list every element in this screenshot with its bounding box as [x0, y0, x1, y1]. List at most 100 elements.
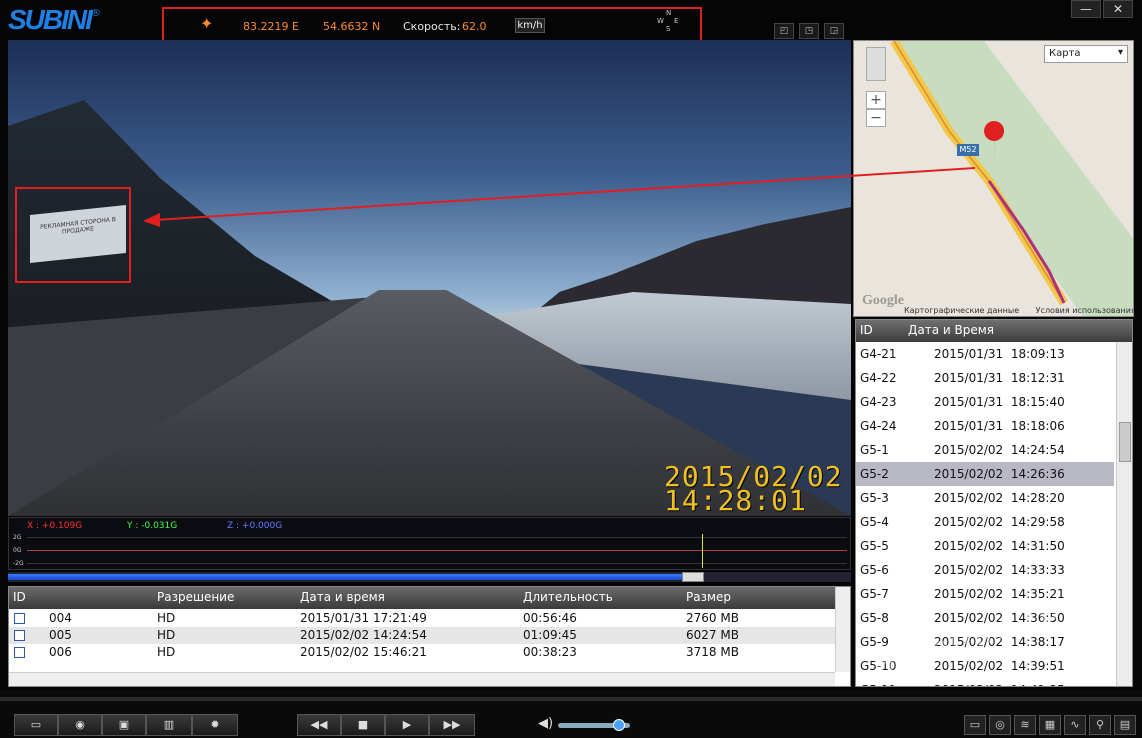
list-item-id: G5-8 [860, 611, 889, 625]
screen-icon[interactable]: ▭ [964, 715, 986, 735]
table-cell-size: 2760 MB [686, 611, 739, 625]
list-item-datetime: 2015/02/02 14:24:54 [934, 443, 1065, 457]
speaker-icon[interactable]: ◀) [538, 716, 553, 731]
delete-button[interactable]: ▥ [146, 714, 192, 736]
gear-icon: ✹ [210, 718, 220, 731]
row-checkbox[interactable] [14, 613, 25, 624]
table-cell-res: HD [157, 645, 176, 659]
map-type-select[interactable]: Карта ▾ [1044, 45, 1128, 63]
map-zoom-in-button[interactable]: + [866, 91, 886, 109]
settings-button[interactable]: ✹ [192, 714, 238, 736]
list-item-datetime: 2015/02/02 14:33:33 [934, 563, 1065, 577]
snapshot-button[interactable]: ◉ [58, 714, 102, 736]
close-button[interactable]: ✕ [1103, 0, 1133, 18]
list-item[interactable]: G5-7 2015/02/02 14:35:21 [856, 582, 1114, 606]
list-item-datetime: 2015/02/02 14:26:36 [934, 467, 1065, 481]
row-checkbox[interactable] [14, 630, 25, 641]
video-player[interactable]: РЕКЛАМНАЯ СТОРОНА В ПРОДАЖЕ 2015/02/02 1… [8, 40, 851, 516]
table-row[interactable]: 006 HD 2015/02/02 15:46:21 00:38:23 3718 MB [9, 644, 835, 661]
table-cell-size: 6027 MB [686, 628, 739, 642]
chevron-down-icon: ▾ [1117, 47, 1123, 58]
list-item[interactable]: G4-21 2015/01/31 18:09:13 [856, 342, 1114, 366]
table-row[interactable]: 005 HD 2015/02/02 14:24:54 01:09:45 6027 MB [9, 627, 835, 644]
file-table[interactable]: ID Разрешение Дата и время Длительность … [8, 586, 851, 687]
table-cell-size: 3718 MB [686, 645, 739, 659]
col-duration[interactable]: Длительность [523, 590, 613, 604]
fast-forward-icon: ▶▶ [443, 718, 461, 731]
minimize-button[interactable]: — [1071, 0, 1101, 18]
wave-icon[interactable]: ∿ [1064, 715, 1086, 735]
table-cell-dur: 00:56:46 [523, 611, 577, 625]
lock-icon[interactable]: ▤ [1114, 715, 1136, 735]
gps-icon[interactable]: ◎ [989, 715, 1011, 735]
gsensor-grid-bottom [27, 563, 847, 564]
col-id[interactable]: ID [13, 590, 26, 604]
list-item[interactable]: G4-23 2015/01/31 18:15:40 [856, 390, 1114, 414]
list-item[interactable]: G5-3 2015/02/02 14:28:20 [856, 486, 1114, 510]
list-item-id: G4-23 [860, 395, 897, 409]
file-table-vscroll[interactable] [835, 587, 850, 672]
gsensor-y-value: Y : -0.031G [127, 521, 178, 531]
compass-s: S [666, 25, 671, 33]
table-cell-id: 006 [49, 645, 72, 659]
layout-1-button[interactable]: ◰ [774, 23, 794, 39]
satellite-icon: ✦ [200, 14, 214, 33]
save-button[interactable]: ▣ [102, 714, 146, 736]
list-item[interactable]: G5-6 2015/02/02 14:33:33 [856, 558, 1114, 582]
map-terms-link[interactable]: Условия использования [1036, 306, 1133, 315]
list-item[interactable]: G5-5 2015/02/02 14:31:50 [856, 534, 1114, 558]
app-window: SUBINI ® ✦ 83.2219 E 54.6632 N Скорость:… [0, 0, 1142, 738]
row-checkbox[interactable] [14, 647, 25, 658]
table-cell-dur: 01:09:45 [523, 628, 577, 642]
col-id-header[interactable]: ID [860, 323, 873, 337]
volume-handle[interactable] [613, 719, 625, 731]
list-item-datetime: 2015/01/31 18:15:40 [934, 395, 1065, 409]
gps-longitude: 83.2219 E [243, 20, 299, 33]
list-item[interactable]: G5-2 2015/02/02 14:26:36 [856, 462, 1114, 486]
file-table-hscroll[interactable] [9, 672, 835, 686]
map-panel[interactable]: + − Карта ▾ M52 Google Картографические д… [853, 40, 1134, 317]
list-item[interactable]: G5-1 2015/02/02 14:24:54 [856, 438, 1114, 462]
list-item-id: G5-5 [860, 539, 889, 553]
list-item-datetime: 2015/02/02 14:28:20 [934, 491, 1065, 505]
table-row[interactable]: 004 HD 2015/01/31 17:21:49 00:56:46 2760 MB [9, 610, 835, 627]
speed-label: Скорость: [403, 20, 461, 33]
col-size[interactable]: Размер [686, 590, 731, 604]
list-item[interactable]: G4-22 2015/01/31 18:12:31 [856, 366, 1114, 390]
rewind-button[interactable]: ◀◀ [297, 714, 341, 736]
progress-handle[interactable] [682, 572, 704, 582]
col-datetime-header[interactable]: Дата и Время [908, 323, 994, 337]
list-item-id: G4-24 [860, 419, 897, 433]
stop-button[interactable]: ■ [341, 714, 385, 736]
map-green-area [894, 41, 1133, 316]
layout-2-button[interactable]: ◳ [799, 23, 819, 39]
gsensor-graph: X : +0.109G Y : -0.031G Z : +0.000G 2G 0… [8, 517, 851, 570]
camera-icon: ◉ [75, 718, 85, 731]
scroll-thumb[interactable] [1119, 422, 1131, 462]
table-cell-res: HD [157, 611, 176, 625]
col-resolution[interactable]: Разрешение [157, 590, 234, 604]
list-item[interactable]: G5-4 2015/02/02 14:29:58 [856, 510, 1114, 534]
speed-unit-button[interactable]: km/h [515, 18, 545, 33]
fast-forward-button[interactable]: ▶▶ [429, 714, 475, 736]
playback-progress[interactable] [8, 572, 851, 582]
event-list-scrollbar[interactable] [1116, 342, 1132, 686]
map-icon[interactable]: ▦ [1039, 715, 1061, 735]
list-item-datetime: 2015/02/02 14:31:50 [934, 539, 1065, 553]
play-button[interactable]: ▶ [385, 714, 429, 736]
layout-3-button[interactable]: ◲ [824, 23, 844, 39]
progress-fill [8, 574, 682, 580]
gsensor-x-value: X : +0.109G [27, 521, 83, 531]
map-zoom-out-button[interactable]: − [866, 109, 886, 127]
col-date[interactable]: Дата и время [300, 590, 385, 604]
map-footer: Картографические данные Условия использо… [904, 306, 1133, 315]
open-folder-button[interactable]: ▭ [14, 714, 58, 736]
search-icon[interactable]: ⚲ [1089, 715, 1111, 735]
gsensor-cursor [702, 534, 703, 568]
table-cell-dur: 00:38:23 [523, 645, 577, 659]
compass-w: W [657, 17, 664, 25]
list-item-id: G5-6 [860, 563, 889, 577]
list-item[interactable]: G4-24 2015/01/31 18:18:06 [856, 414, 1114, 438]
street-view-pegman-icon[interactable] [866, 47, 886, 81]
layers-icon[interactable]: ≋ [1014, 715, 1036, 735]
